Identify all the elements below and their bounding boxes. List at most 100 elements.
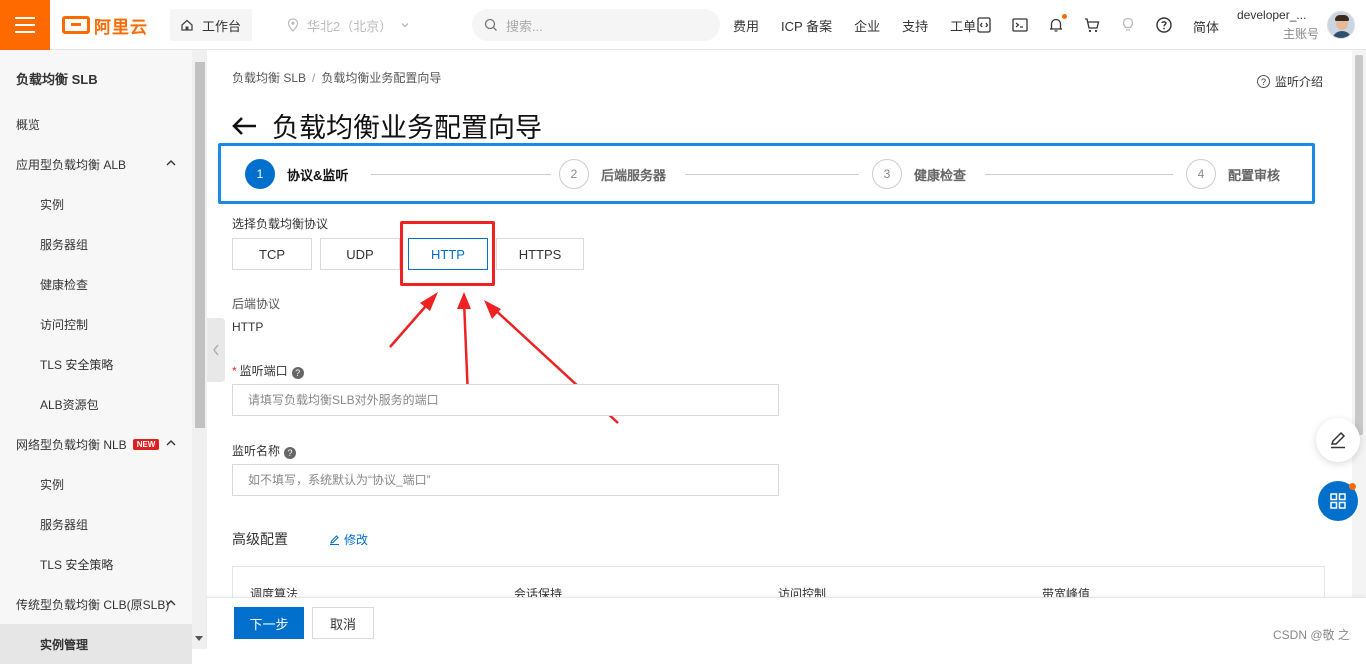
backend-protocol-label: 后端协议 — [232, 297, 281, 311]
icp-link[interactable]: ICP 备案 — [781, 16, 832, 35]
wizard-steps: 1 协议&监听 2 后端服务器 3 健康检查 4 配置审核 — [218, 143, 1315, 204]
user-menu[interactable]: developer_... 主账号 — [1237, 8, 1319, 42]
aliyun-logo-mark — [62, 16, 90, 34]
advanced-edit-link[interactable]: 修改 — [329, 531, 368, 548]
listener-help-link[interactable]: ? 监听介绍 — [1257, 73, 1323, 90]
protocol-selector: TCP UDP HTTP HTTPS — [232, 238, 584, 270]
back-arrow-icon[interactable] — [232, 116, 258, 136]
region-selector[interactable]: 华北2（北京） — [287, 9, 410, 41]
sidebar-item-overview[interactable]: 概览 — [0, 104, 192, 144]
step-connector — [371, 174, 551, 175]
top-icon-group — [975, 0, 1173, 50]
lightbulb-icon[interactable] — [1119, 16, 1137, 34]
sidebar-item-label: 健康检查 — [40, 277, 89, 292]
sidebar-item-nlb-tls-policy[interactable]: TLS 安全策略 — [0, 544, 192, 584]
info-icon[interactable]: ? — [291, 367, 304, 379]
sidebar-item-alb-instances[interactable]: 实例 — [0, 184, 192, 224]
protocol-option-udp[interactable]: UDP — [320, 238, 400, 270]
sidebar-item-clb-instances[interactable]: 实例管理 — [0, 624, 192, 664]
breadcrumb-item[interactable]: 负载均衡 SLB — [232, 71, 306, 85]
step-label: 健康检查 — [914, 167, 967, 183]
action-footer — [207, 597, 1366, 649]
grid-icon — [1330, 493, 1346, 509]
page-title: 负载均衡业务配置向导 — [272, 113, 542, 143]
listen-port-label-text: 监听端口 — [239, 364, 288, 378]
listen-name-label: 监听名称? — [232, 442, 297, 459]
sidebar-title: 负载均衡 SLB — [16, 72, 98, 87]
sidebar-item-label: TLS 安全策略 — [40, 557, 114, 572]
step-protocol-listener: 1 协议&监听 — [245, 159, 348, 189]
protocol-label: 选择负载均衡协议 — [232, 217, 329, 231]
sidebar-item-alb-resource-pack[interactable]: ALB资源包 — [0, 384, 192, 424]
listen-name-input[interactable] — [232, 464, 779, 496]
cart-icon[interactable] — [1083, 16, 1101, 34]
listen-port-input[interactable] — [232, 384, 779, 416]
floating-apps-button[interactable] — [1318, 481, 1358, 521]
avatar[interactable] — [1327, 11, 1355, 39]
sidebar: 负载均衡 SLB 概览 应用型负载均衡 ALB 实例 服务器组 健康检查 访问控… — [0, 50, 192, 664]
ticket-link[interactable]: 工单 — [950, 16, 976, 35]
step-number: 3 — [872, 159, 902, 189]
next-step-button[interactable]: 下一步 — [234, 607, 304, 639]
listen-name-label-text: 监听名称 — [232, 444, 281, 458]
new-badge: NEW — [132, 438, 160, 450]
chevron-up-icon — [166, 160, 176, 166]
edit-label: 修改 — [344, 533, 369, 547]
sidebar-item-label: 网络型负载均衡 NLB — [16, 437, 127, 452]
sidebar-group-clb[interactable]: 传统型负载均衡 CLB(原SLB) — [0, 584, 192, 624]
sidebar-item-nlb-instances[interactable]: 实例 — [0, 464, 192, 504]
breadcrumb-item-current: 负载均衡业务配置向导 — [321, 71, 442, 85]
step-label: 后端服务器 — [601, 167, 667, 183]
location-icon — [287, 18, 299, 32]
sidebar-item-alb-access-control[interactable]: 访问控制 — [0, 304, 192, 344]
cancel-button[interactable]: 取消 — [312, 607, 374, 639]
billing-link[interactable]: 费用 — [733, 16, 759, 35]
language-switch[interactable]: 简体 — [1193, 17, 1219, 36]
info-icon[interactable]: ? — [284, 447, 297, 459]
menu-icon[interactable] — [0, 0, 50, 50]
sidebar-collapse-button[interactable] — [207, 318, 225, 382]
terminal-icon[interactable] — [1011, 16, 1029, 34]
step-connector — [985, 174, 1173, 175]
listen-port-label: * 监听端口? — [232, 362, 304, 379]
chevron-down-icon — [401, 23, 409, 28]
scroll-down-arrow-icon[interactable] — [195, 636, 203, 641]
sidebar-item-alb-server-groups[interactable]: 服务器组 — [0, 224, 192, 264]
sidebar-item-label: 实例 — [40, 197, 65, 212]
sidebar-group-nlb[interactable]: 网络型负载均衡 NLB NEW — [0, 424, 192, 464]
aliyun-logo[interactable]: 阿里云 — [62, 14, 148, 37]
region-label: 华北2（北京） — [307, 18, 393, 34]
sidebar-group-alb[interactable]: 应用型负载均衡 ALB — [0, 144, 192, 184]
search-box[interactable]: 搜索... — [472, 9, 720, 41]
sidebar-item-label: 概览 — [16, 117, 41, 132]
sidebar-scrollbar-thumb[interactable] — [195, 62, 205, 428]
question-icon: ? — [1257, 75, 1270, 88]
help-icon[interactable] — [1155, 16, 1173, 34]
sidebar-item-nlb-server-groups[interactable]: 服务器组 — [0, 504, 192, 544]
notification-dot — [1349, 483, 1356, 490]
bell-icon[interactable] — [1047, 14, 1067, 34]
sidebar-item-alb-health-check[interactable]: 健康检查 — [0, 264, 192, 304]
enterprise-link[interactable]: 企业 — [854, 16, 880, 35]
logo-text: 阿里云 — [94, 17, 148, 37]
sidebar-item-label: 实例 — [40, 477, 65, 492]
step-label: 协议&监听 — [287, 167, 349, 183]
breadcrumb: 负载均衡 SLB / 负载均衡业务配置向导 — [232, 71, 442, 85]
protocol-option-http[interactable]: HTTP — [408, 238, 488, 270]
chevron-left-icon — [213, 344, 219, 356]
sidebar-item-alb-tls-policy[interactable]: TLS 安全策略 — [0, 344, 192, 384]
protocol-option-https[interactable]: HTTPS — [496, 238, 584, 270]
workbench-button[interactable]: 工作台 — [170, 9, 252, 41]
sidebar-item-label: 传统型负载均衡 CLB(原SLB) — [16, 597, 170, 612]
sidebar-item-label: ALB资源包 — [40, 397, 99, 412]
sidebar-item-label: 访问控制 — [40, 317, 89, 332]
floating-edit-button[interactable] — [1316, 418, 1360, 462]
sidebar-item-label: 服务器组 — [40, 517, 89, 532]
protocol-option-tcp[interactable]: TCP — [232, 238, 312, 270]
step-number: 2 — [559, 159, 589, 189]
support-link[interactable]: 支持 — [902, 16, 928, 35]
code-icon[interactable] — [975, 16, 993, 34]
step-label: 配置审核 — [1228, 167, 1281, 183]
sidebar-item-label: 服务器组 — [40, 237, 89, 252]
main-scrollbar-thumb[interactable] — [1355, 55, 1363, 435]
